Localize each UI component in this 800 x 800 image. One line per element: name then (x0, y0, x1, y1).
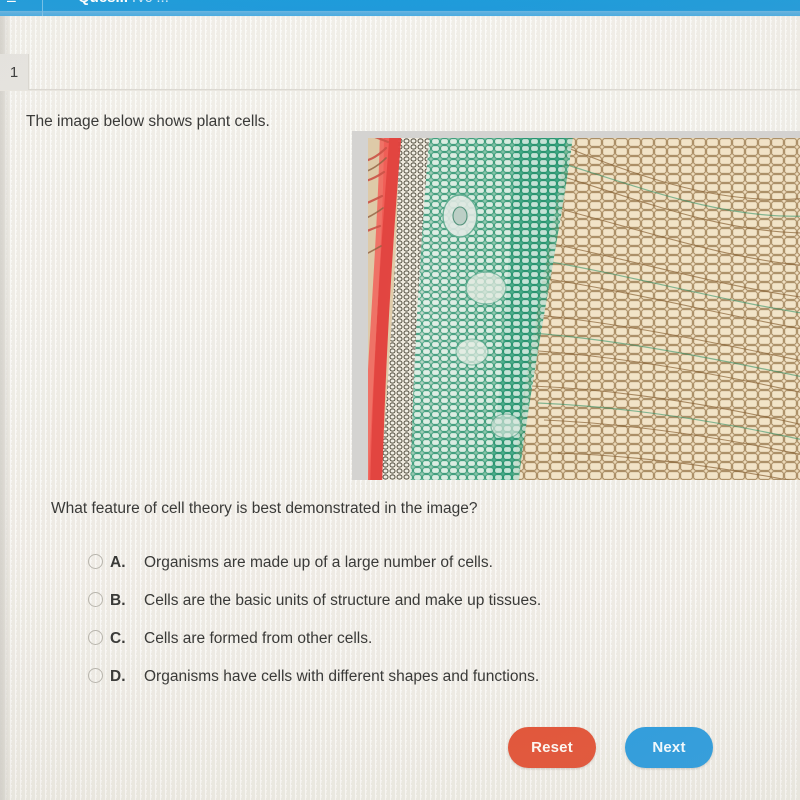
hamburger-menu-icon[interactable]: ☰ (6, 0, 17, 5)
question-number-tab[interactable]: 1 (0, 54, 29, 90)
question-prompt: What feature of cell theory is best demo… (51, 500, 478, 517)
answer-text-c: Cells are formed from other cells. (144, 630, 373, 647)
question-number-label: 1 (9, 63, 19, 81)
answer-option-b[interactable]: B. Cells are the basic units of structur… (88, 590, 728, 628)
plant-cell-micrograph (368, 138, 800, 480)
answer-option-a[interactable]: A. Organisms are made up of a large numb… (88, 552, 728, 590)
question-header-divider-secondary (0, 90, 800, 91)
figure-frame (352, 131, 800, 480)
answer-options-list: A. Organisms are made up of a large numb… (88, 552, 728, 704)
app-bar-title: Ques... rvc ... (78, 0, 169, 6)
app-bar-glow (0, 11, 800, 17)
answer-letter-c: C. (110, 630, 126, 647)
question-stem: The image below shows plant cells. (26, 113, 270, 130)
radio-button-c[interactable] (88, 630, 103, 645)
app-bar-title-text: Ques... (78, 0, 128, 6)
answer-letter-b: B. (110, 592, 126, 609)
answer-text-d: Organisms have cells with different shap… (144, 668, 540, 685)
answer-letter-d: D. (110, 668, 126, 685)
next-button[interactable]: Next (625, 727, 713, 768)
action-button-row: Reset Next (508, 727, 713, 768)
answer-letter-a: A. (110, 554, 126, 571)
radio-button-d[interactable] (88, 668, 103, 683)
micrograph-svg (368, 138, 800, 480)
app-bar-subtitle-text: rvc ... (132, 0, 169, 6)
reset-button[interactable]: Reset (508, 727, 596, 768)
answer-option-c[interactable]: C. Cells are formed from other cells. (88, 628, 728, 666)
radio-button-b[interactable] (88, 592, 103, 607)
answer-text-b: Cells are the basic units of structure a… (144, 592, 542, 609)
radio-button-a[interactable] (88, 554, 103, 569)
answer-text-a: Organisms are made up of a large number … (144, 554, 493, 571)
answer-option-d[interactable]: D. Organisms have cells with different s… (88, 666, 728, 704)
